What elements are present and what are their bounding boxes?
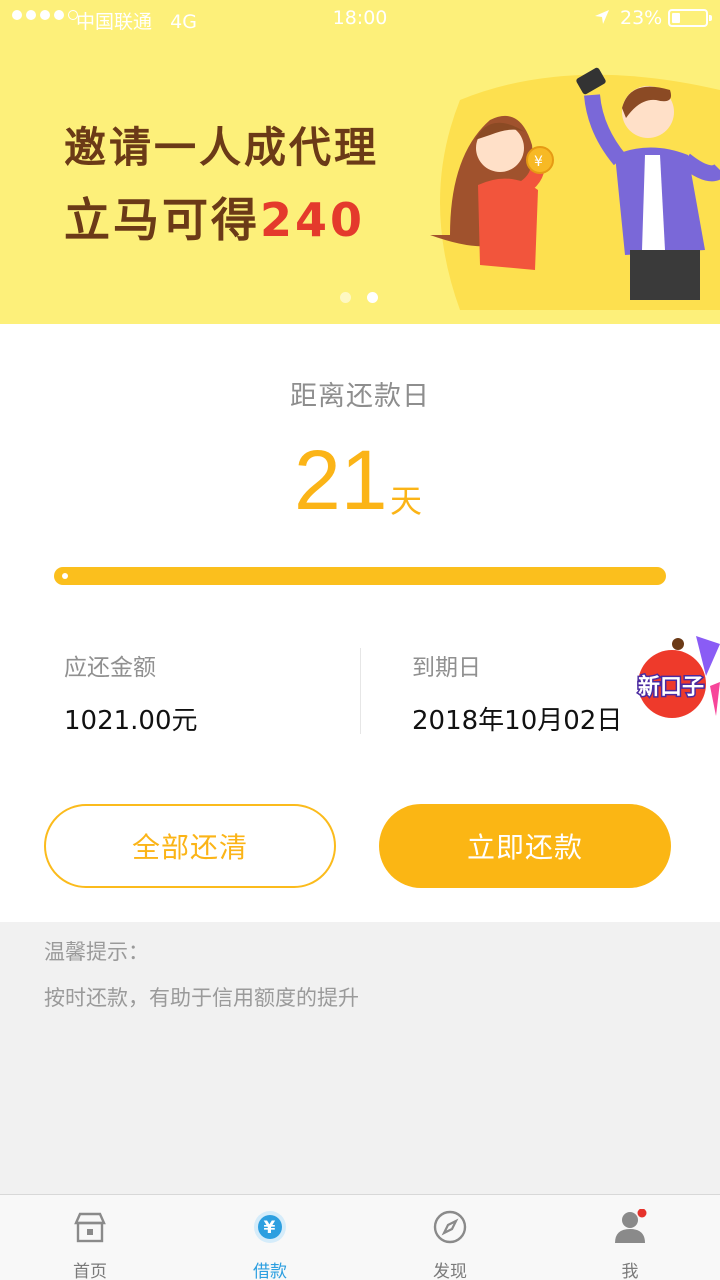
sticker-text: 新口子 [638, 674, 704, 700]
location-arrow-icon [595, 10, 609, 24]
status-bar: 中国联通 4G 18:00 23% [0, 0, 720, 38]
yen-icon: ¥ [254, 1211, 286, 1243]
repayment-progress-bar [54, 567, 666, 585]
repay-now-button[interactable]: 立即还款 [379, 804, 671, 888]
tab-borrow[interactable]: ¥ 借款 [180, 1195, 360, 1280]
due-date-label: 到期日 [412, 655, 481, 681]
banner-illustration: ¥ [430, 67, 720, 310]
notification-badge [637, 1209, 647, 1218]
home-icon [74, 1212, 106, 1243]
tab-label: 首页 [73, 1262, 107, 1280]
clock: 18:00 [332, 7, 388, 29]
tab-home[interactable]: 首页 [0, 1195, 180, 1280]
carousel-dot-active[interactable] [367, 292, 378, 303]
battery-percent: 23% [620, 7, 663, 29]
user-icon [615, 1209, 647, 1243]
new-loan-sticker[interactable]: 新口子 [636, 636, 720, 726]
battery-icon [668, 9, 712, 27]
carousel-dot[interactable] [340, 292, 351, 303]
tab-label: 发现 [433, 1262, 467, 1280]
tips-title: 温馨提示： [44, 940, 149, 964]
banner-highlight-amount: 240 [260, 193, 366, 247]
svg-text:¥: ¥ [534, 154, 543, 170]
countdown-days: 21 [294, 433, 388, 527]
tab-discover[interactable]: 发现 [360, 1195, 540, 1280]
due-date-value: 2018年10月02日 [412, 706, 623, 736]
amount-label: 应还金额 [64, 655, 156, 681]
tab-label: 借款 [253, 1262, 287, 1280]
bottom-tab-bar: 首页 ¥ 借款 发现 我 [0, 1194, 720, 1280]
svg-text:¥: ¥ [264, 1218, 276, 1238]
tab-me[interactable]: 我 [540, 1195, 720, 1280]
compass-icon [433, 1210, 467, 1244]
carousel-indicator [340, 292, 378, 303]
amount-value: 1021.00元 [64, 706, 198, 736]
banner-subtitle: 立马可得240 [64, 193, 366, 247]
countdown-label: 距离还款日 [290, 381, 430, 412]
banner-title: 邀请一人成代理 [64, 123, 380, 172]
countdown-unit: 天 [390, 482, 423, 520]
repayment-card: 距离还款日 21 天 应还金额 1021.00元 到期日 2018年10月02日… [0, 324, 720, 922]
repay-all-button[interactable]: 全部还清 [44, 804, 336, 888]
divider [360, 648, 361, 734]
promo-banner[interactable]: 邀请一人成代理 立马可得240 ¥ 中国联通 4G 18:00 23% [0, 0, 720, 324]
progress-indicator [62, 573, 68, 579]
tips-body: 按时还款，有助于信用额度的提升 [44, 986, 359, 1010]
tab-label: 我 [621, 1262, 639, 1280]
